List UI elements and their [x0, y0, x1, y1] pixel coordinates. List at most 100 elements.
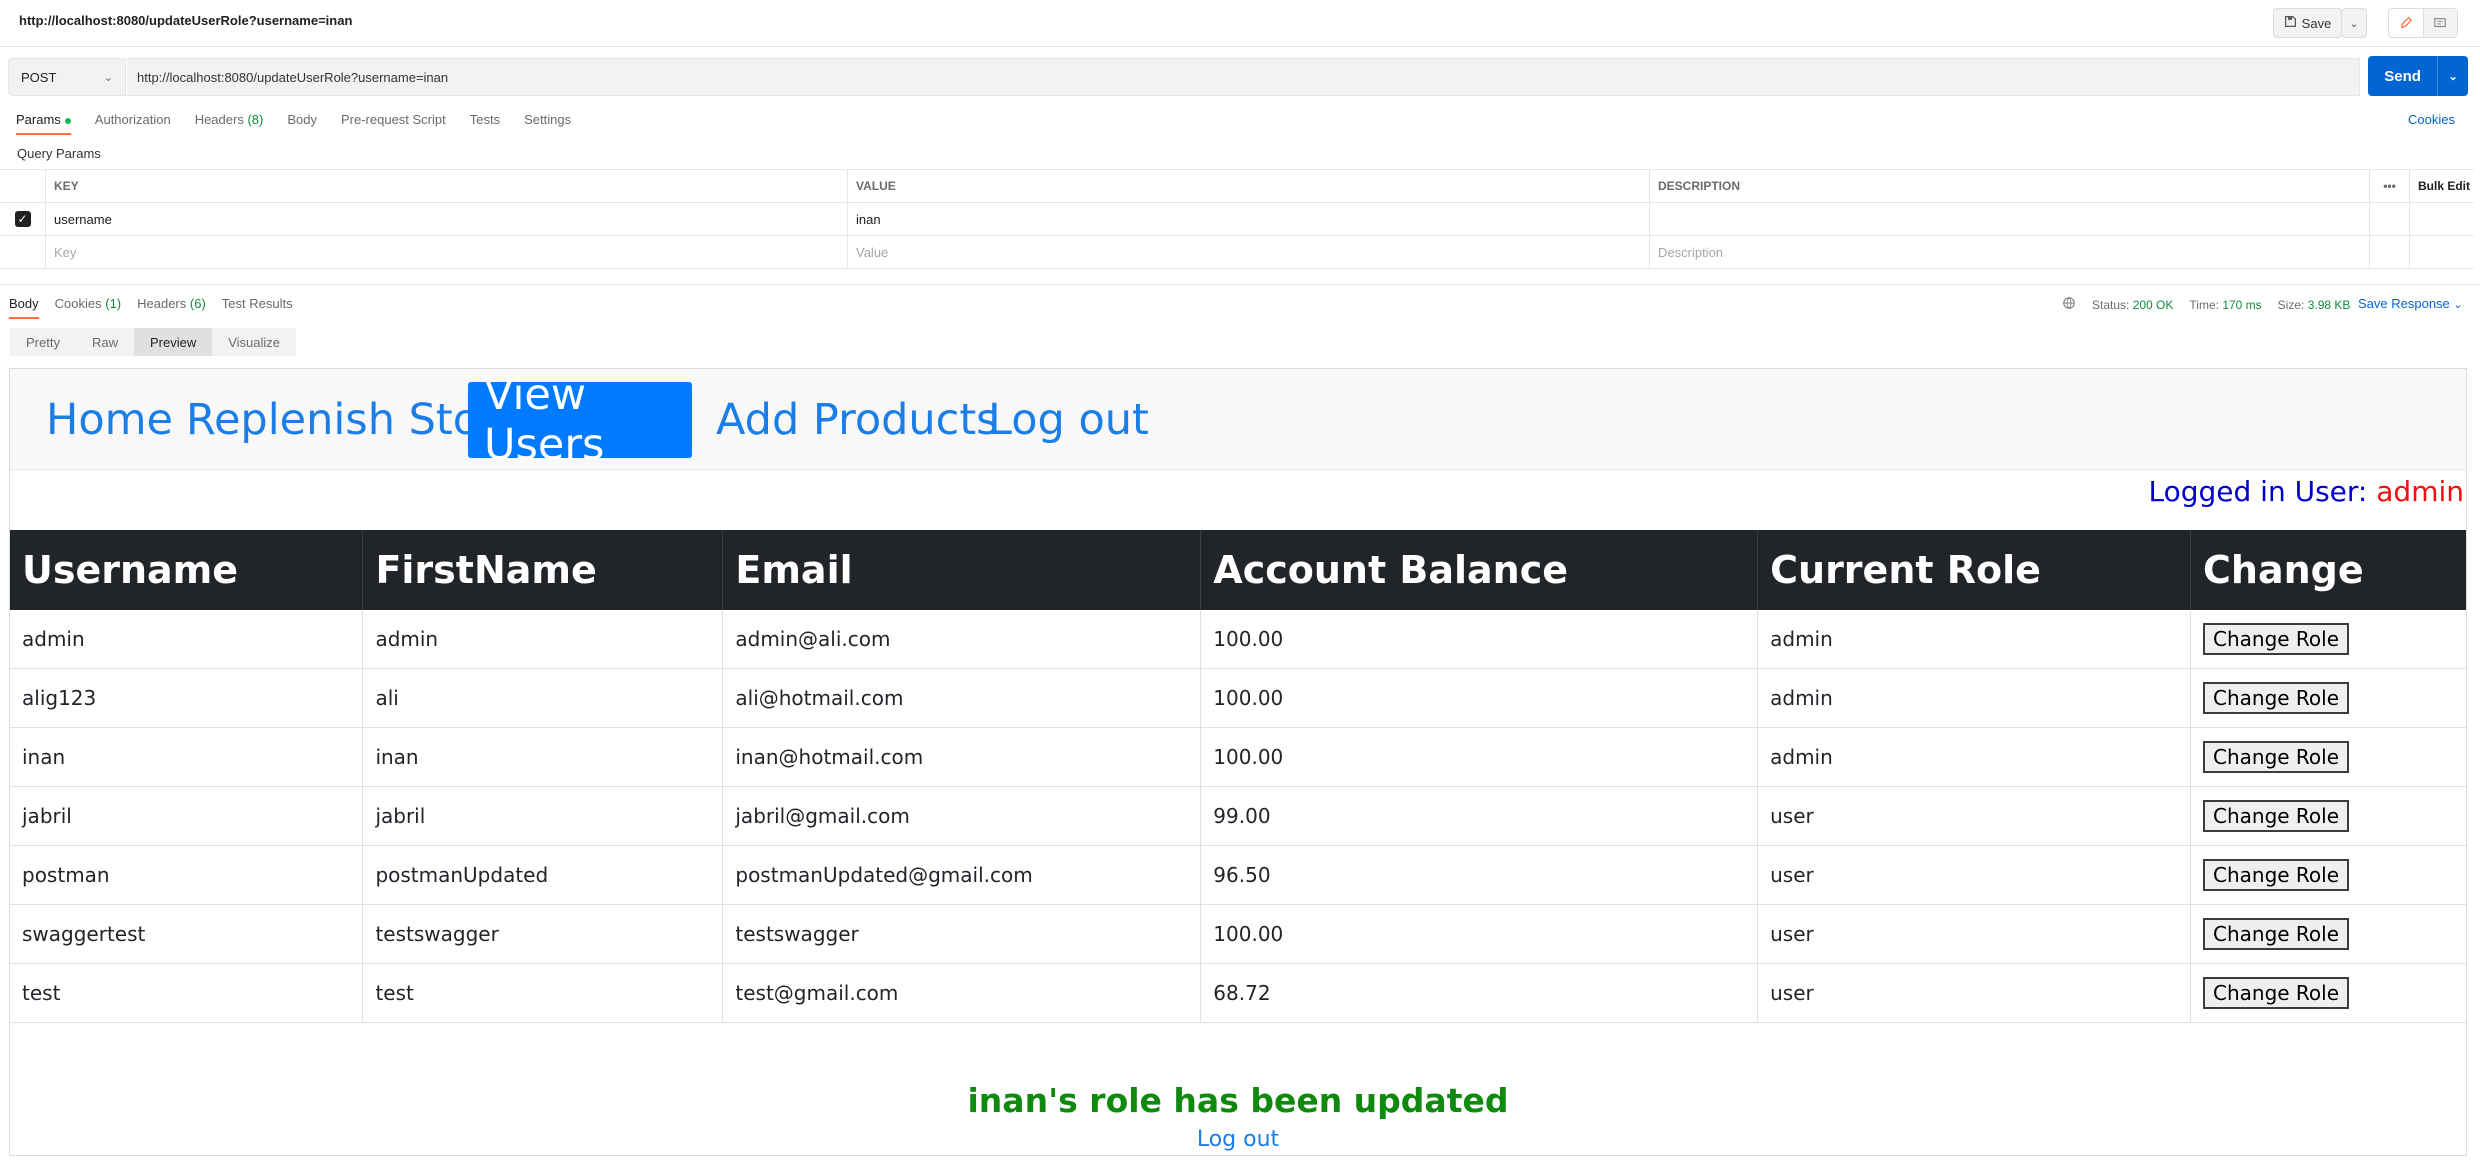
cell-username: jabril: [10, 786, 364, 846]
change-role-button[interactable]: Change Role: [2203, 682, 2350, 714]
change-role-button[interactable]: Change Role: [2203, 859, 2350, 891]
params-table: KEY VALUE DESCRIPTION ••• Bulk Edit ✓ us…: [0, 169, 2474, 269]
view-raw[interactable]: Raw: [75, 328, 134, 356]
view-pretty[interactable]: Pretty: [10, 328, 76, 356]
cell-email: ali@hotmail.com: [722, 668, 1202, 728]
column-header: Account Balance: [1200, 530, 1759, 610]
tab-authorization[interactable]: Authorization: [95, 112, 171, 135]
table-row: inan inan inan@hotmail.com 100.00 admin …: [10, 727, 2466, 787]
time-text: Time: 170 ms: [2189, 297, 2262, 312]
cookies-link[interactable]: Cookies: [2408, 112, 2455, 127]
request-tabs: Params Authorization Headers (8) Body Pr…: [16, 112, 595, 135]
response-divider[interactable]: [0, 284, 2480, 285]
pencil-icon[interactable]: [2389, 9, 2423, 37]
view-toggle-group: [2388, 8, 2458, 38]
param-value-placeholder[interactable]: Value: [848, 236, 1650, 268]
param-value-input[interactable]: inan: [848, 203, 1650, 235]
tab-settings[interactable]: Settings: [524, 112, 571, 135]
param-description-placeholder[interactable]: Description: [1650, 236, 2370, 268]
chevron-down-icon: ⌄: [103, 71, 113, 84]
tab-pre-request-script[interactable]: Pre-request Script: [341, 112, 446, 135]
comment-icon[interactable]: [2422, 9, 2457, 37]
tab-headers[interactable]: Headers (8): [195, 112, 264, 135]
more-options-icon[interactable]: •••: [2370, 170, 2410, 202]
bulk-edit-button[interactable]: Bulk Edit: [2410, 170, 2474, 202]
save-button[interactable]: Save: [2273, 8, 2342, 38]
cell-email: jabril@gmail.com: [722, 786, 1202, 846]
response-tab-body[interactable]: Body: [9, 296, 39, 319]
send-button[interactable]: Send ⌄: [2368, 56, 2468, 96]
globe-icon[interactable]: [2062, 296, 2076, 313]
cell-email: testswagger: [722, 904, 1202, 964]
change-role-button[interactable]: Change Role: [2203, 800, 2350, 832]
cell-role: user: [1757, 845, 2191, 905]
logged-in-user: Logged in User: admin: [2148, 475, 2464, 508]
table-row: swaggertest testswagger testswagger 100.…: [10, 904, 2466, 964]
cell-role: user: [1757, 904, 2191, 964]
table-row: alig123 ali ali@hotmail.com 100.00 admin…: [10, 668, 2466, 728]
cell-username: inan: [10, 727, 364, 787]
key-header: KEY: [46, 170, 848, 202]
cell-change: Change Role: [2190, 668, 2466, 728]
tab-params[interactable]: Params: [16, 112, 71, 135]
save-dropdown-chevron-icon[interactable]: ⌄: [2341, 8, 2367, 38]
value-header: VALUE: [848, 170, 1650, 202]
tab-tests[interactable]: Tests: [470, 112, 500, 135]
cell-email: inan@hotmail.com: [722, 727, 1202, 787]
log-out-link[interactable]: Log out: [10, 1127, 2466, 1152]
cell-role: admin: [1757, 610, 2191, 669]
cell-username: admin: [10, 610, 364, 669]
cell-balance: 100.00: [1200, 727, 1759, 787]
response-tab-test-results[interactable]: Test Results: [222, 296, 293, 319]
params-active-dot: [64, 117, 71, 124]
change-role-button[interactable]: Change Role: [2203, 741, 2350, 773]
cell-change: Change Role: [2190, 610, 2466, 669]
cell-username: test: [10, 963, 364, 1023]
change-role-button[interactable]: Change Role: [2203, 918, 2350, 950]
method-select[interactable]: POST ⌄: [8, 58, 126, 96]
nav-home[interactable]: Home: [30, 382, 189, 458]
change-role-button[interactable]: Change Role: [2203, 977, 2350, 1009]
cell-change: Change Role: [2190, 727, 2466, 787]
response-tab-headers[interactable]: Headers (6): [137, 296, 206, 319]
cell-balance: 100.00: [1200, 904, 1759, 964]
response-tabs: Body Cookies (1) Headers (6) Test Result…: [9, 296, 309, 319]
param-checkbox[interactable]: ✓: [14, 211, 31, 227]
send-dropdown-chevron-icon[interactable]: ⌄: [2437, 56, 2468, 96]
response-tab-cookies[interactable]: Cookies (1): [55, 296, 121, 319]
column-header: Email: [722, 530, 1202, 610]
nav-add-products[interactable]: Add Products: [700, 382, 1015, 458]
table-row: test test test@gmail.com 68.72 user Chan…: [10, 963, 2466, 1023]
description-header: DESCRIPTION: [1650, 170, 2370, 202]
table-row: jabril jabril jabril@gmail.com 99.00 use…: [10, 786, 2466, 846]
response-preview: Home Replenish Stock View Users Add Prod…: [9, 368, 2467, 1156]
cell-firstname: jabril: [362, 786, 724, 846]
cell-firstname: test: [362, 963, 724, 1023]
cell-role: user: [1757, 963, 2191, 1023]
cell-balance: 100.00: [1200, 668, 1759, 728]
cell-firstname: inan: [362, 727, 724, 787]
view-preview[interactable]: Preview: [133, 328, 213, 356]
cell-role: admin: [1757, 668, 2191, 728]
column-header: FirstName: [362, 530, 724, 610]
param-key-placeholder[interactable]: Key: [46, 236, 848, 268]
cell-balance: 96.50: [1200, 845, 1759, 905]
save-label: Save: [2301, 15, 2332, 31]
cell-firstname: admin: [362, 610, 724, 669]
tab-body[interactable]: Body: [287, 112, 317, 135]
change-role-button[interactable]: Change Role: [2203, 623, 2350, 655]
nav-view-users[interactable]: View Users: [468, 370, 692, 470]
users-table: Username FirstName Email Account Balance…: [10, 530, 2466, 1023]
cell-username: swaggertest: [10, 904, 364, 964]
cell-change: Change Role: [2190, 786, 2466, 846]
nav-log-out[interactable]: Log out: [972, 382, 1165, 458]
param-key-input[interactable]: username: [46, 203, 848, 235]
save-response-button[interactable]: Save Response ⌄: [2358, 296, 2463, 311]
view-visualize[interactable]: Visualize: [212, 328, 297, 356]
cell-role: user: [1757, 786, 2191, 846]
request-tab-title[interactable]: http://localhost:8080/updateUserRole?use…: [19, 13, 352, 28]
param-description-input[interactable]: [1650, 203, 2370, 235]
cell-username: postman: [10, 845, 364, 905]
size-text: Size: 3.98 KB: [2277, 297, 2351, 312]
url-input[interactable]: http://localhost:8080/updateUserRole?use…: [127, 58, 2360, 96]
